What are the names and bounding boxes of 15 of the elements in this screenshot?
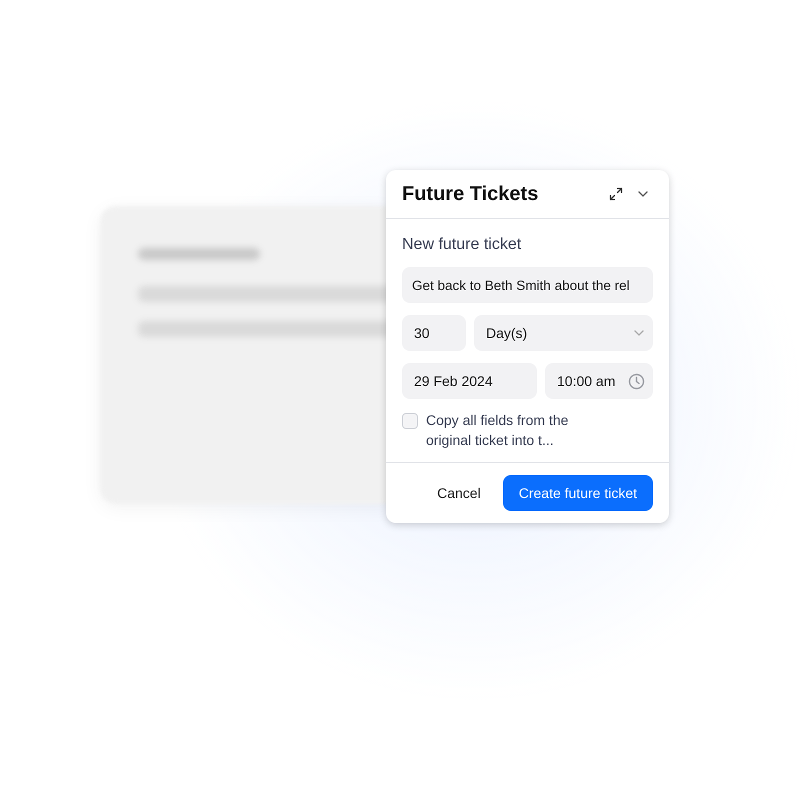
unit-dropdown[interactable]: Day(s) [474, 315, 653, 351]
clock-icon [628, 372, 645, 390]
checkbox[interactable] [402, 413, 418, 429]
checkbox-label: Copy all fields from the original ticket into t... [426, 411, 570, 450]
summary-field[interactable]: Get back to Beth Smith about the rel [402, 267, 653, 303]
chevron-down-icon [633, 329, 645, 337]
time-field[interactable]: 10:00 am [545, 363, 653, 399]
form-heading: New future ticket [402, 236, 522, 254]
create-button[interactable]: Create future ticket [502, 475, 653, 511]
interval-field[interactable]: 30 [402, 315, 466, 351]
cancel-button[interactable]: Cancel [421, 475, 497, 511]
dialog-title: Future Tickets [402, 182, 538, 206]
date-field[interactable]: 29 Feb 2024 [402, 363, 537, 399]
expand-icon[interactable] [609, 187, 623, 201]
chevron-down-icon[interactable] [637, 190, 649, 198]
